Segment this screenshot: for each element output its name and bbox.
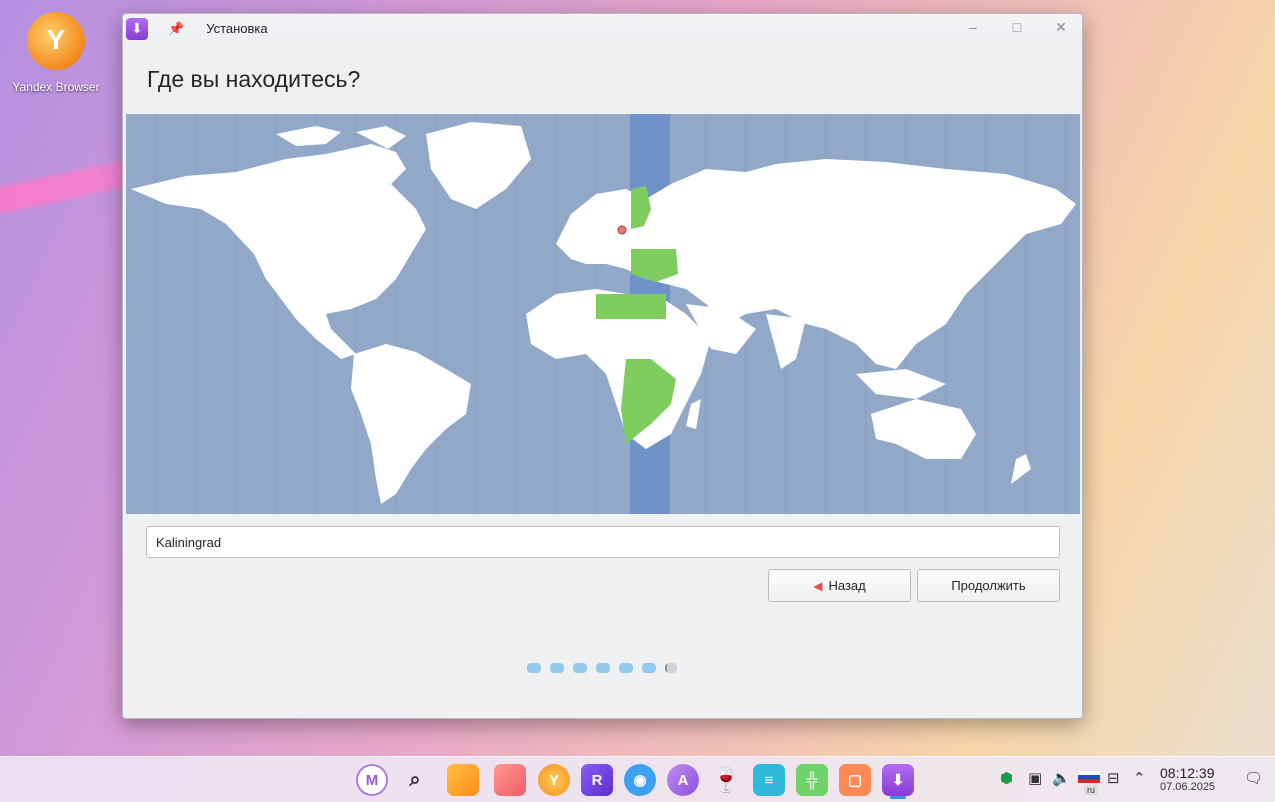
desktop-icon-yandex-browser[interactable]: Yandex Browser — [0, 8, 112, 94]
translator-icon[interactable]: A — [667, 764, 699, 796]
display-icon[interactable]: ▣ — [1028, 769, 1042, 787]
window-title: Установка — [206, 21, 268, 36]
desktop-icon-label: Yandex Browser — [12, 80, 100, 94]
rustore-icon[interactable]: R — [581, 764, 613, 796]
yandex-browser-icon[interactable]: Y — [538, 764, 570, 796]
notifications-icon[interactable]: 🗨 — [1244, 769, 1263, 787]
location-marker — [617, 225, 627, 235]
back-arrow-icon: ◀ — [813, 578, 823, 593]
step-dot — [642, 663, 656, 673]
clock-time[interactable]: 08:12:39 — [1160, 765, 1215, 781]
clock-date[interactable]: 07.06.2025 — [1160, 781, 1215, 793]
step-progress — [527, 663, 677, 673]
files-icon[interactable] — [447, 764, 479, 796]
timezone-input[interactable]: Kaliningrad — [146, 526, 1060, 558]
step-dot — [550, 663, 564, 673]
russia-flag-icon[interactable] — [1078, 771, 1100, 783]
step-dot — [527, 663, 541, 673]
search-icon[interactable]: ⌕ — [399, 764, 431, 796]
installer-window: ⬇ 📌 Установка ‒ □ ✕ Где вы находитесь? K… — [122, 13, 1083, 719]
kaspersky-icon[interactable]: ⬢ — [1000, 769, 1013, 787]
chevron-up-icon[interactable]: ⌃ — [1133, 769, 1146, 787]
notes-icon[interactable] — [494, 764, 526, 796]
volume-icon[interactable]: 🔈 — [1052, 769, 1071, 787]
keyboard-layout[interactable]: ru — [1084, 785, 1099, 795]
maps-icon[interactable]: ◉ — [624, 764, 656, 796]
taskbar: M ⌕ Y R ◉ A 🍷 ≡ ╬ ▢ ⬇ ⬢ ▣ 🔈 ru ⊟ ⌃ 08:12… — [0, 756, 1275, 802]
step-dot — [596, 663, 610, 673]
wine-icon[interactable]: 🍷 — [710, 764, 742, 796]
step-dot-current — [665, 663, 677, 673]
page-title: Где вы находитесь? — [147, 66, 361, 92]
close-button[interactable]: ✕ — [1051, 19, 1071, 36]
menu-icon[interactable]: M — [356, 764, 388, 796]
spreadsheet-icon[interactable]: ╬ — [796, 764, 828, 796]
minimize-button[interactable]: ‒ — [963, 19, 983, 35]
yandex-browser-icon — [27, 12, 85, 70]
network-icon[interactable]: ⊟ — [1107, 769, 1120, 787]
timezone-map[interactable] — [126, 114, 1080, 514]
back-button-label: Назад — [828, 578, 866, 593]
step-dot — [573, 663, 587, 673]
continue-button-label: Продолжить — [951, 578, 1026, 593]
presentation-icon[interactable]: ▢ — [839, 764, 871, 796]
installer-taskbar-icon[interactable]: ⬇ — [882, 764, 914, 796]
editor-icon[interactable]: ≡ — [753, 764, 785, 796]
installer-app-icon: ⬇ — [126, 17, 148, 40]
active-indicator — [890, 796, 906, 799]
pin-icon[interactable]: 📌 — [168, 21, 184, 37]
maximize-button[interactable]: □ — [1007, 19, 1027, 35]
step-dot — [619, 663, 633, 673]
title-bar: ⬇ 📌 Установка ‒ □ ✕ — [123, 14, 1082, 43]
back-button[interactable]: ◀ Назад — [768, 569, 911, 602]
continue-button[interactable]: Продолжить — [917, 569, 1060, 602]
